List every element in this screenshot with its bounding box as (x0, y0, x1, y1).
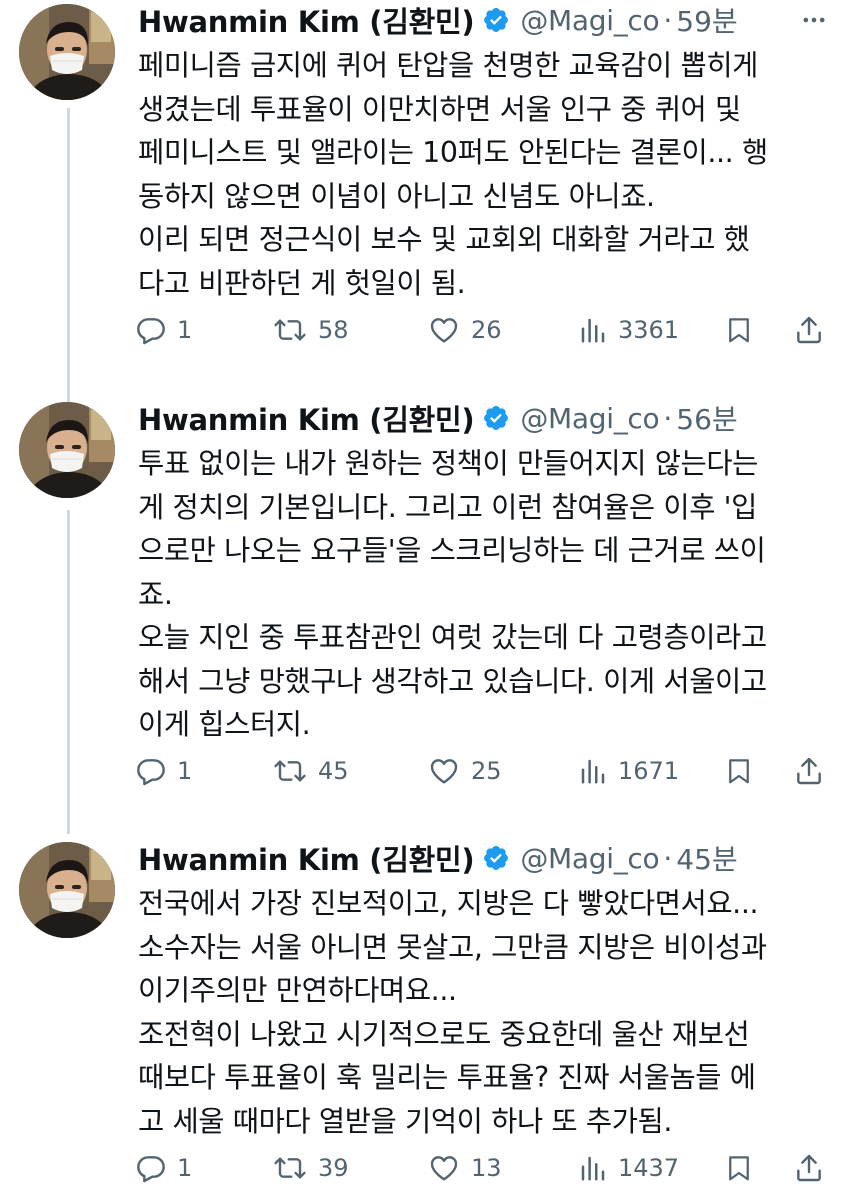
avatar[interactable] (19, 402, 115, 498)
like-icon (427, 755, 461, 787)
tweet-text-line: 페미니스트 및 앨라이는 10퍼도 안된다는 결론이... 행 (138, 136, 768, 169)
views-icon (578, 314, 608, 346)
tweet-actions: 1 58 26 3361 (130, 310, 840, 350)
tweet-actions: 1 45 25 1671 (130, 751, 840, 791)
separator-dot: · (663, 3, 673, 37)
tweet-text-line: 고 세울 때마다 열받을 기억이 하나 또 추가됨. (138, 1104, 673, 1138)
tweet-text-line: 이리 되면 정근식이 보수 및 교회외 대화할 거라고 했 (138, 223, 750, 256)
reply-count: 1 (177, 316, 193, 344)
tweet-text-line: 다고 비판하던 게 헛일이 됨. (138, 266, 466, 300)
views-button[interactable]: 3361 (578, 310, 679, 350)
views-icon (578, 1152, 608, 1184)
tweet-header: Hwanmin Kim (김환민) @Magi_co · 59분 (138, 0, 738, 40)
tweet-text-line: 전국에서 가장 진보적이고, 지방은 다 빻았다면서요... (138, 887, 759, 920)
share-icon (793, 755, 825, 787)
reply-icon (135, 314, 167, 346)
like-icon (427, 1152, 461, 1184)
share-button[interactable] (793, 751, 825, 791)
like-button[interactable]: 13 (427, 1148, 502, 1188)
reply-button[interactable]: 1 (135, 1148, 192, 1188)
author-name[interactable]: Hwanmin Kim (김환민) (138, 837, 475, 879)
bookmark-button[interactable] (724, 1148, 754, 1188)
retweet-button[interactable]: 39 (272, 1148, 349, 1188)
views-button[interactable]: 1671 (578, 751, 679, 791)
tweet-timestamp[interactable]: 59분 (676, 0, 737, 40)
retweet-icon (272, 314, 308, 346)
separator-dot: · (663, 401, 673, 435)
retweet-icon (272, 1152, 308, 1184)
author-name[interactable]: Hwanmin Kim (김환민) (138, 397, 475, 439)
like-count: 13 (471, 1154, 502, 1182)
like-button[interactable]: 26 (427, 310, 502, 350)
more-options-icon[interactable] (796, 2, 832, 38)
tweet-text-line: 이게 힙스터지. (138, 708, 311, 741)
like-count: 25 (471, 757, 502, 785)
author-handle[interactable]: @Magi_co (520, 402, 659, 435)
author-handle[interactable]: @Magi_co (520, 4, 659, 37)
share-icon (793, 1152, 825, 1184)
tweet-actions: 1 39 13 1437 (130, 1148, 840, 1188)
retweet-button[interactable]: 45 (272, 751, 349, 791)
share-button[interactable] (793, 1148, 825, 1188)
tweet-header: Hwanmin Kim (김환민) @Magi_co · 45분 (138, 838, 738, 878)
share-button[interactable] (793, 310, 825, 350)
tweet[interactable]: Hwanmin Kim (김환민) @Magi_co · 59분 페미니즘 금지… (0, 0, 850, 400)
bookmark-icon (724, 755, 754, 787)
tweet-text-line: 조전혁이 나왔고 시기적으로도 중요한데 울산 재보선 (138, 1017, 750, 1051)
reply-button[interactable]: 1 (135, 751, 192, 791)
views-count: 1671 (618, 757, 680, 785)
verified-badge-icon (482, 404, 510, 432)
views-button[interactable]: 1437 (578, 1148, 679, 1188)
tweet[interactable]: Hwanmin Kim (김환민) @Magi_co · 45분 전국에서 가장… (0, 838, 850, 1200)
avatar[interactable] (19, 4, 115, 100)
separator-dot: · (663, 841, 673, 875)
tweet-timestamp[interactable]: 45분 (676, 838, 737, 878)
avatar[interactable] (19, 842, 115, 938)
retweet-button[interactable]: 58 (272, 310, 349, 350)
bookmark-button[interactable] (724, 751, 754, 791)
tweet-text-line: 이기주의만 만연하다며요... (138, 974, 457, 1007)
views-count: 1437 (618, 1154, 680, 1182)
tweet-text: 전국에서 가장 진보적이고, 지방은 다 빻았다면서요... 소수자는 서울 아… (138, 882, 838, 1143)
verified-badge-icon (482, 6, 510, 34)
reply-icon (135, 755, 167, 787)
tweet-text-line: 죠. (138, 577, 173, 611)
views-count: 3361 (618, 316, 680, 344)
tweet-text-line: 으로만 나오는 요구들'을 스크리닝하는 데 근거로 쓰이 (138, 534, 766, 567)
reply-count: 1 (177, 757, 193, 785)
like-count: 26 (471, 316, 502, 344)
share-icon (793, 314, 825, 346)
tweet-text: 페미니즘 금지에 퀴어 탄압을 천명한 교육감이 뽑히게 생겼는데 투표율이 이… (138, 44, 838, 305)
tweet-text-line: 소수자는 서울 아니면 못살고, 그만큼 지방은 비이성과 (138, 930, 767, 964)
tweet[interactable]: Hwanmin Kim (김환민) @Magi_co · 56분 투표 없이는 … (0, 398, 850, 798)
reply-count: 1 (177, 1154, 193, 1182)
retweet-count: 45 (318, 757, 349, 785)
like-icon (427, 314, 461, 346)
retweet-count: 39 (318, 1154, 349, 1182)
bookmark-button[interactable] (724, 310, 754, 350)
tweet-header: Hwanmin Kim (김환민) @Magi_co · 56분 (138, 398, 738, 438)
tweet-text: 투표 없이는 내가 원하는 정책이 만들어지지 않는다는 게 정치의 기본입니다… (138, 442, 838, 747)
like-button[interactable]: 25 (427, 751, 502, 791)
author-handle[interactable]: @Magi_co (520, 842, 659, 875)
tweet-timestamp[interactable]: 56분 (676, 398, 737, 438)
verified-badge-icon (482, 844, 510, 872)
bookmark-icon (724, 1152, 754, 1184)
tweet-text-line: 동하지 않으면 이념이 아니고 신념도 아니죠. (138, 179, 655, 213)
author-name[interactable]: Hwanmin Kim (김환민) (138, 0, 475, 41)
tweet-text-line: 때보다 투표율이 훅 밀리는 투표율? 진짜 서울놈들 에 (138, 1061, 756, 1094)
reply-button[interactable]: 1 (135, 310, 192, 350)
tweet-text-line: 게 정치의 기본입니다. 그리고 이런 참여율은 이후 '입 (138, 490, 757, 524)
tweet-text-line: 투표 없이는 내가 원하는 정책이 만들어지지 않는다는 (138, 447, 758, 480)
tweet-text-line: 오늘 지인 중 투표참관인 여럿 갔는데 다 고령층이라고 (138, 621, 767, 654)
retweet-icon (272, 755, 308, 787)
bookmark-icon (724, 314, 754, 346)
views-icon (578, 755, 608, 787)
tweet-text-line: 해서 그냥 망했구나 생각하고 있습니다. 이게 서울이고 (138, 664, 767, 698)
tweet-text-line: 생겼는데 투표율이 이만치하면 서울 인구 중 퀴어 및 (138, 92, 741, 126)
tweet-text-line: 페미니즘 금지에 퀴어 탄압을 천명한 교육감이 뽑히게 (138, 49, 758, 82)
reply-icon (135, 1152, 167, 1184)
retweet-count: 58 (318, 316, 349, 344)
